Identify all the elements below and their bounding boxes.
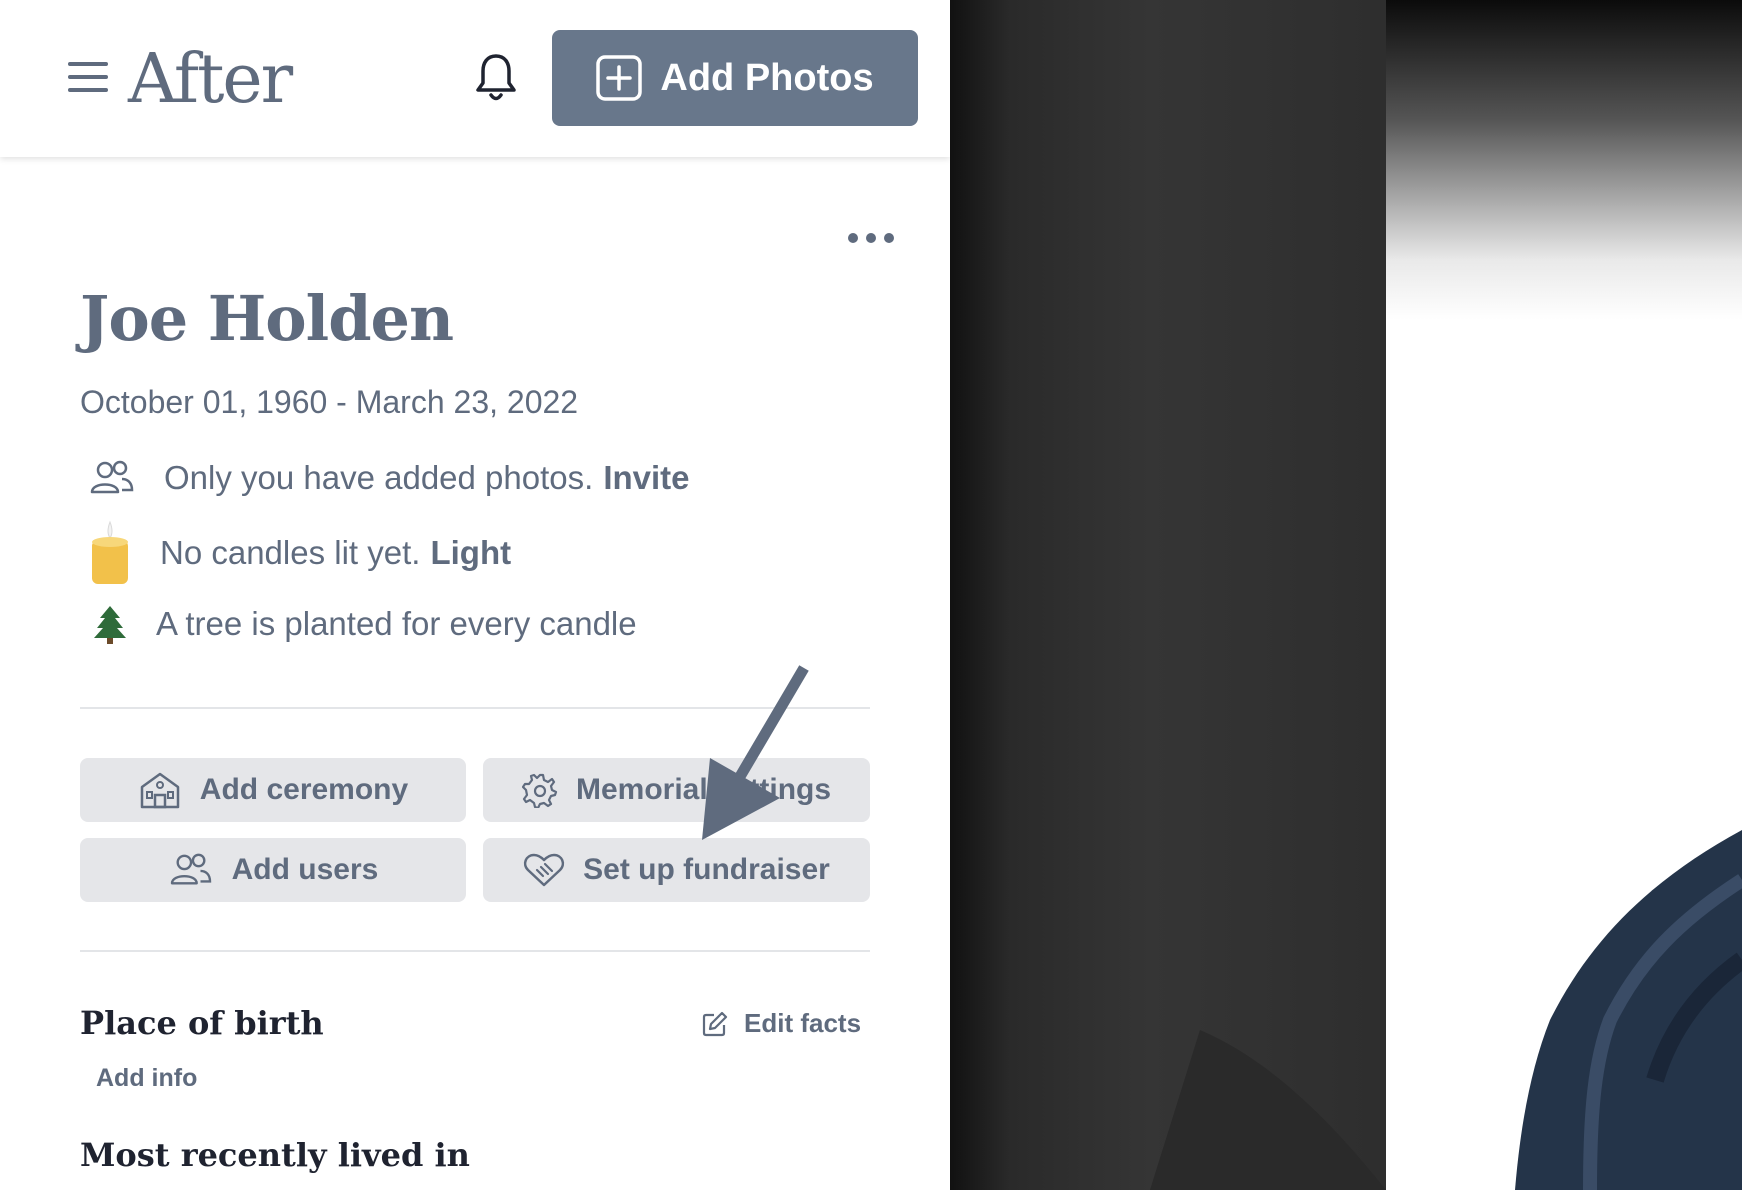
memorial-name: Joe Holden <box>80 282 454 355</box>
memorial-dates: October 01, 1960 - March 23, 2022 <box>80 384 579 420</box>
photos-info-row: Only you have added photos. Invite <box>80 458 690 498</box>
place-of-birth-title: Place of birth <box>80 1004 324 1042</box>
plus-square-icon <box>596 55 643 101</box>
more-dots-icon[interactable] <box>846 228 896 248</box>
memorial-settings-button[interactable]: Memorial settings <box>483 758 870 822</box>
add-ceremony-label: Add ceremony <box>199 773 409 806</box>
memorial-panel: After Add Photos Joe Holden October 01, … <box>0 0 950 1190</box>
tree-info-text: A tree is planted for every candle <box>156 605 637 642</box>
add-ceremony-button[interactable]: Add ceremony <box>80 758 466 822</box>
set-up-fundraiser-button[interactable]: Set up fundraiser <box>483 838 870 902</box>
memorial-photo-panel <box>950 0 1742 1190</box>
add-info-link[interactable]: Add info <box>96 1064 197 1093</box>
edit-icon <box>702 1011 728 1036</box>
users-icon <box>170 853 211 885</box>
memorial-settings-label: Memorial settings <box>575 773 832 806</box>
tree-icon <box>94 606 126 644</box>
light-link[interactable]: Light <box>430 534 511 572</box>
add-users-button[interactable]: Add users <box>80 838 466 902</box>
add-photos-label: Add Photos <box>660 56 874 99</box>
divider <box>80 950 870 952</box>
candles-info-text: No candles lit yet. <box>160 534 421 571</box>
users-icon <box>90 460 134 494</box>
candles-info-row: No candles lit yet. Light <box>80 520 511 586</box>
edit-facts-button[interactable]: Edit facts <box>702 1008 861 1039</box>
memorial-photo-subject <box>1150 830 1742 1190</box>
divider <box>80 707 870 709</box>
heart-handshake-icon <box>524 853 565 887</box>
photos-info-text: Only you have added photos. <box>164 459 594 496</box>
top-bar: After Add Photos <box>0 0 950 157</box>
hamburger-icon[interactable] <box>68 62 108 92</box>
building-icon <box>140 772 180 809</box>
add-photos-button[interactable]: Add Photos <box>552 30 918 126</box>
tree-info-row: A tree is planted for every candle <box>80 604 637 644</box>
add-users-label: Add users <box>231 853 379 886</box>
invite-link[interactable]: Invite <box>603 459 689 497</box>
edit-facts-label: Edit facts <box>744 1008 862 1038</box>
set-up-fundraiser-label: Set up fundraiser <box>583 853 830 886</box>
candle-icon <box>92 520 128 584</box>
app-logo[interactable]: After <box>128 40 293 120</box>
bell-icon[interactable] <box>472 52 520 104</box>
gear-icon <box>521 773 558 808</box>
recently-lived-title: Most recently lived in <box>80 1136 470 1174</box>
